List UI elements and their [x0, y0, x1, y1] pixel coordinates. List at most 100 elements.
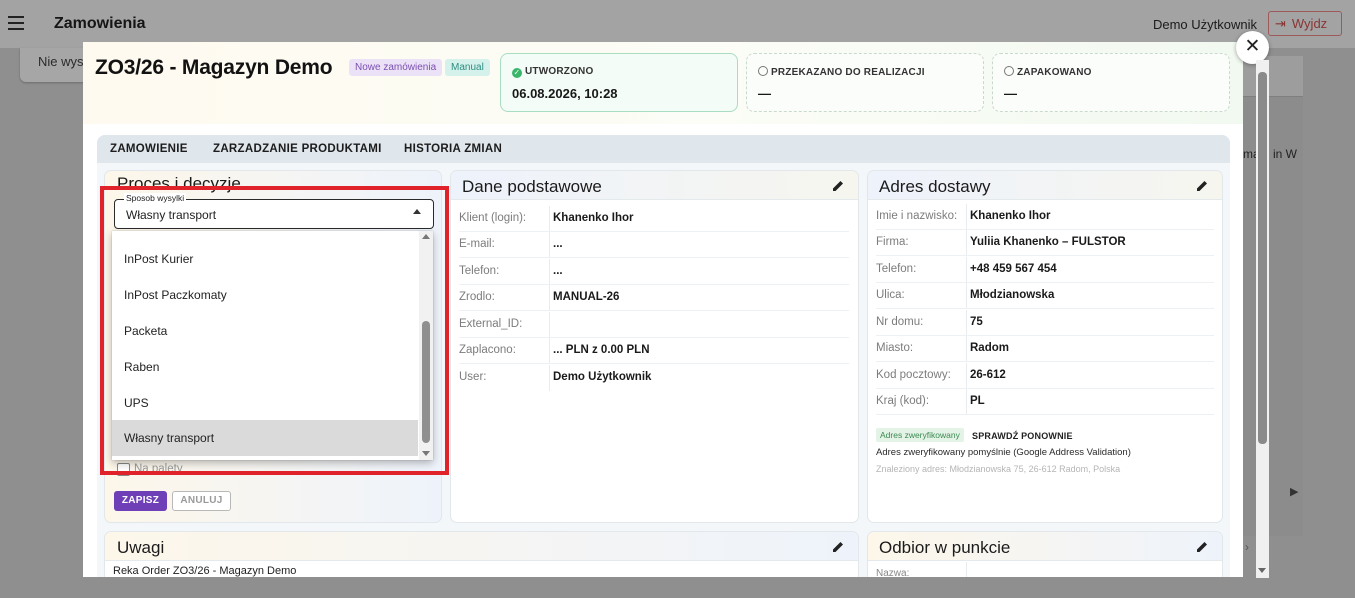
address-row: Miasto: Radom [876, 336, 1214, 362]
address-verified-badge: Adres zweryfikowany [876, 428, 964, 442]
basic-data-card: Dane podstawowe Klient (login): Khanenko … [450, 170, 859, 523]
row-key: Ulica: [876, 289, 905, 301]
app-title: Zamowienia [54, 15, 146, 32]
row-key: Imie i nazwisko: [876, 210, 958, 222]
step-packed: ZAPAKOWANO — [992, 53, 1230, 112]
row-key: Miasto: [876, 342, 914, 354]
notes-title: Uwagi [117, 538, 165, 557]
row-key: Zaplacono: [459, 344, 516, 356]
row-value: +48 459 567 454 [970, 263, 1057, 275]
basic-data-row: Zrodlo: MANUAL-26 [459, 285, 849, 311]
empty-circle-icon [758, 66, 768, 76]
modal-scrollbar[interactable] [1256, 60, 1269, 578]
edit-icon[interactable] [1194, 178, 1210, 194]
delivery-address-title: Adres dostawy [879, 177, 991, 196]
row-value: Khanenko Ihor [970, 210, 1051, 222]
notes-card: Uwagi Reka Order ZO3/26 - Magazyn Demo [104, 531, 859, 577]
tab-zamowienie[interactable]: ZAMOWIENIE [110, 143, 188, 155]
basic-data-row: User: Demo Użytkownik [459, 365, 849, 391]
row-key: User: [459, 371, 487, 383]
step-forwarded-label-wrap: PRZEKAZANO DO REALIZACJI [758, 66, 925, 78]
row-value: Yuliia Khanenko – FULSTOR [970, 236, 1126, 248]
app-bar: Zamowienia Demo Użytkownik ⇥ Wyjdz [0, 0, 1355, 48]
step-created-label-wrap: ✓ UTWORZONO [512, 66, 593, 78]
basic-data-row: E-mail:... [459, 232, 849, 258]
status-badge: Nowe zamówienia [349, 59, 443, 76]
modal-header: ZO3/26 - Magazyn Demo Nowe zamówienia Ma… [83, 42, 1243, 124]
user-name: Demo Użytkownik [1152, 17, 1257, 32]
pickup-point-header: Odbior w punkcie [868, 532, 1222, 561]
row-key: External_ID: [459, 318, 523, 330]
step-forwarded-label: PRZEKAZANO DO REALIZACJI [771, 67, 925, 78]
tab-zarzadzanie-produktami[interactable]: ZARZADZANIE PRODUKTAMI [213, 143, 382, 155]
logout-button[interactable]: ⇥ Wyjdz [1268, 11, 1342, 36]
basic-data-row: Zaplacono: ... PLN z 0.00 PLN [459, 338, 849, 364]
step-created-value: 06.08.2026, 10:28 [512, 86, 618, 101]
notes-text: Reka Order ZO3/26 - Magazyn Demo [113, 565, 297, 577]
row-value: PL [970, 395, 985, 407]
basic-data-row: Klient (login): Khanenko Ihor [459, 206, 849, 232]
address-row: Kraj (kod): PL [876, 389, 1214, 415]
logout-icon: ⇥ [1275, 16, 1286, 31]
empty-circle-icon [1004, 66, 1014, 76]
step-forwarded-value: — [758, 86, 771, 101]
scroll-down-icon[interactable] [1258, 568, 1266, 573]
modal-scroll-thumb[interactable] [1258, 72, 1267, 444]
row-value: 26-612 [970, 369, 1006, 381]
address-row: Telefon: +48 459 567 454 [876, 257, 1214, 283]
basic-data-row: Telefon:... [459, 259, 849, 285]
address-row: Imie i nazwisko: Khanenko Ihor [876, 204, 1214, 230]
logout-label: Wyjdz [1291, 16, 1328, 31]
pickup-name-label: Nazwa: [876, 568, 910, 577]
step-packed-value: — [1004, 86, 1017, 101]
notes-header: Uwagi [105, 532, 858, 561]
row-key: Zrodlo: [459, 291, 495, 303]
row-value: 75 [970, 316, 983, 328]
address-verify-text: Adres zweryfikowany pomyślnie (Google Ad… [876, 447, 1131, 458]
pickup-point-card: Odbior w punkcie Nazwa: [867, 531, 1223, 577]
row-value: ... [553, 265, 563, 277]
delivery-address-card: Adres dostawy Imie i nazwisko: Khanenko I… [867, 170, 1223, 523]
row-value: Młodzianowska [970, 289, 1055, 301]
tab-bar: ZAMOWIENIE ZARZADZANIE PRODUKTAMI HISTOR… [97, 135, 1230, 163]
step-created-label: UTWORZONO [525, 66, 594, 77]
edit-icon[interactable] [830, 178, 846, 194]
row-value: ... [553, 238, 563, 250]
row-key: Nr domu: [876, 316, 924, 328]
background-panel-body [1243, 96, 1303, 536]
cancel-button[interactable]: ANULUJ [172, 491, 231, 511]
row-key: E-mail: [459, 238, 495, 250]
order-title: ZO3/26 - Magazyn Demo [95, 56, 333, 79]
address-row: Ulica: Młodzianowska [876, 283, 1214, 309]
row-key: Klient (login): [459, 212, 527, 224]
background-text: ma d in W [1243, 147, 1298, 161]
basic-data-row: External_ID: [459, 312, 849, 338]
row-value: Demo Użytkownik [553, 371, 652, 383]
row-value: Khanenko Ihor [553, 212, 634, 224]
edit-icon[interactable] [1194, 539, 1210, 555]
save-button[interactable]: ZAPISZ [114, 491, 167, 511]
basic-data-title: Dane podstawowe [462, 177, 602, 196]
row-key: Firma: [876, 236, 909, 248]
hamburger-menu-icon[interactable] [8, 16, 24, 30]
row-value: ... PLN z 0.00 PLN [553, 344, 650, 356]
step-packed-label: ZAPAKOWANO [1017, 67, 1092, 78]
step-forwarded: PRZEKAZANO DO REALIZACJI — [746, 53, 984, 112]
row-value: Radom [970, 342, 1009, 354]
row-value: MANUAL-26 [553, 291, 620, 303]
address-row: Nr domu: 75 [876, 310, 1214, 336]
row-key: Telefon: [459, 265, 500, 277]
basic-data-header: Dane podstawowe [451, 171, 858, 200]
edit-icon[interactable] [830, 539, 846, 555]
step-packed-label-wrap: ZAPAKOWANO [1004, 66, 1092, 78]
background-chevron-right-icon: ▶ [1290, 486, 1299, 498]
pickup-point-title: Odbior w punkcie [879, 538, 1011, 557]
recheck-address-button[interactable]: SPRAWDŹ PONOWNIE [972, 431, 1073, 441]
row-key: Telefon: [876, 263, 917, 275]
row-key: Kraj (kod): [876, 395, 930, 407]
step-created: ✓ UTWORZONO 06.08.2026, 10:28 [500, 53, 738, 112]
found-address-text: Znaleziony adres: Młodzianowska 75, 26-6… [876, 464, 1121, 474]
type-badge: Manual [445, 59, 490, 76]
tab-historia-zmian[interactable]: HISTORIA ZMIAN [404, 143, 502, 155]
address-row: Firma: Yuliia Khanenko – FULSTOR [876, 230, 1214, 256]
